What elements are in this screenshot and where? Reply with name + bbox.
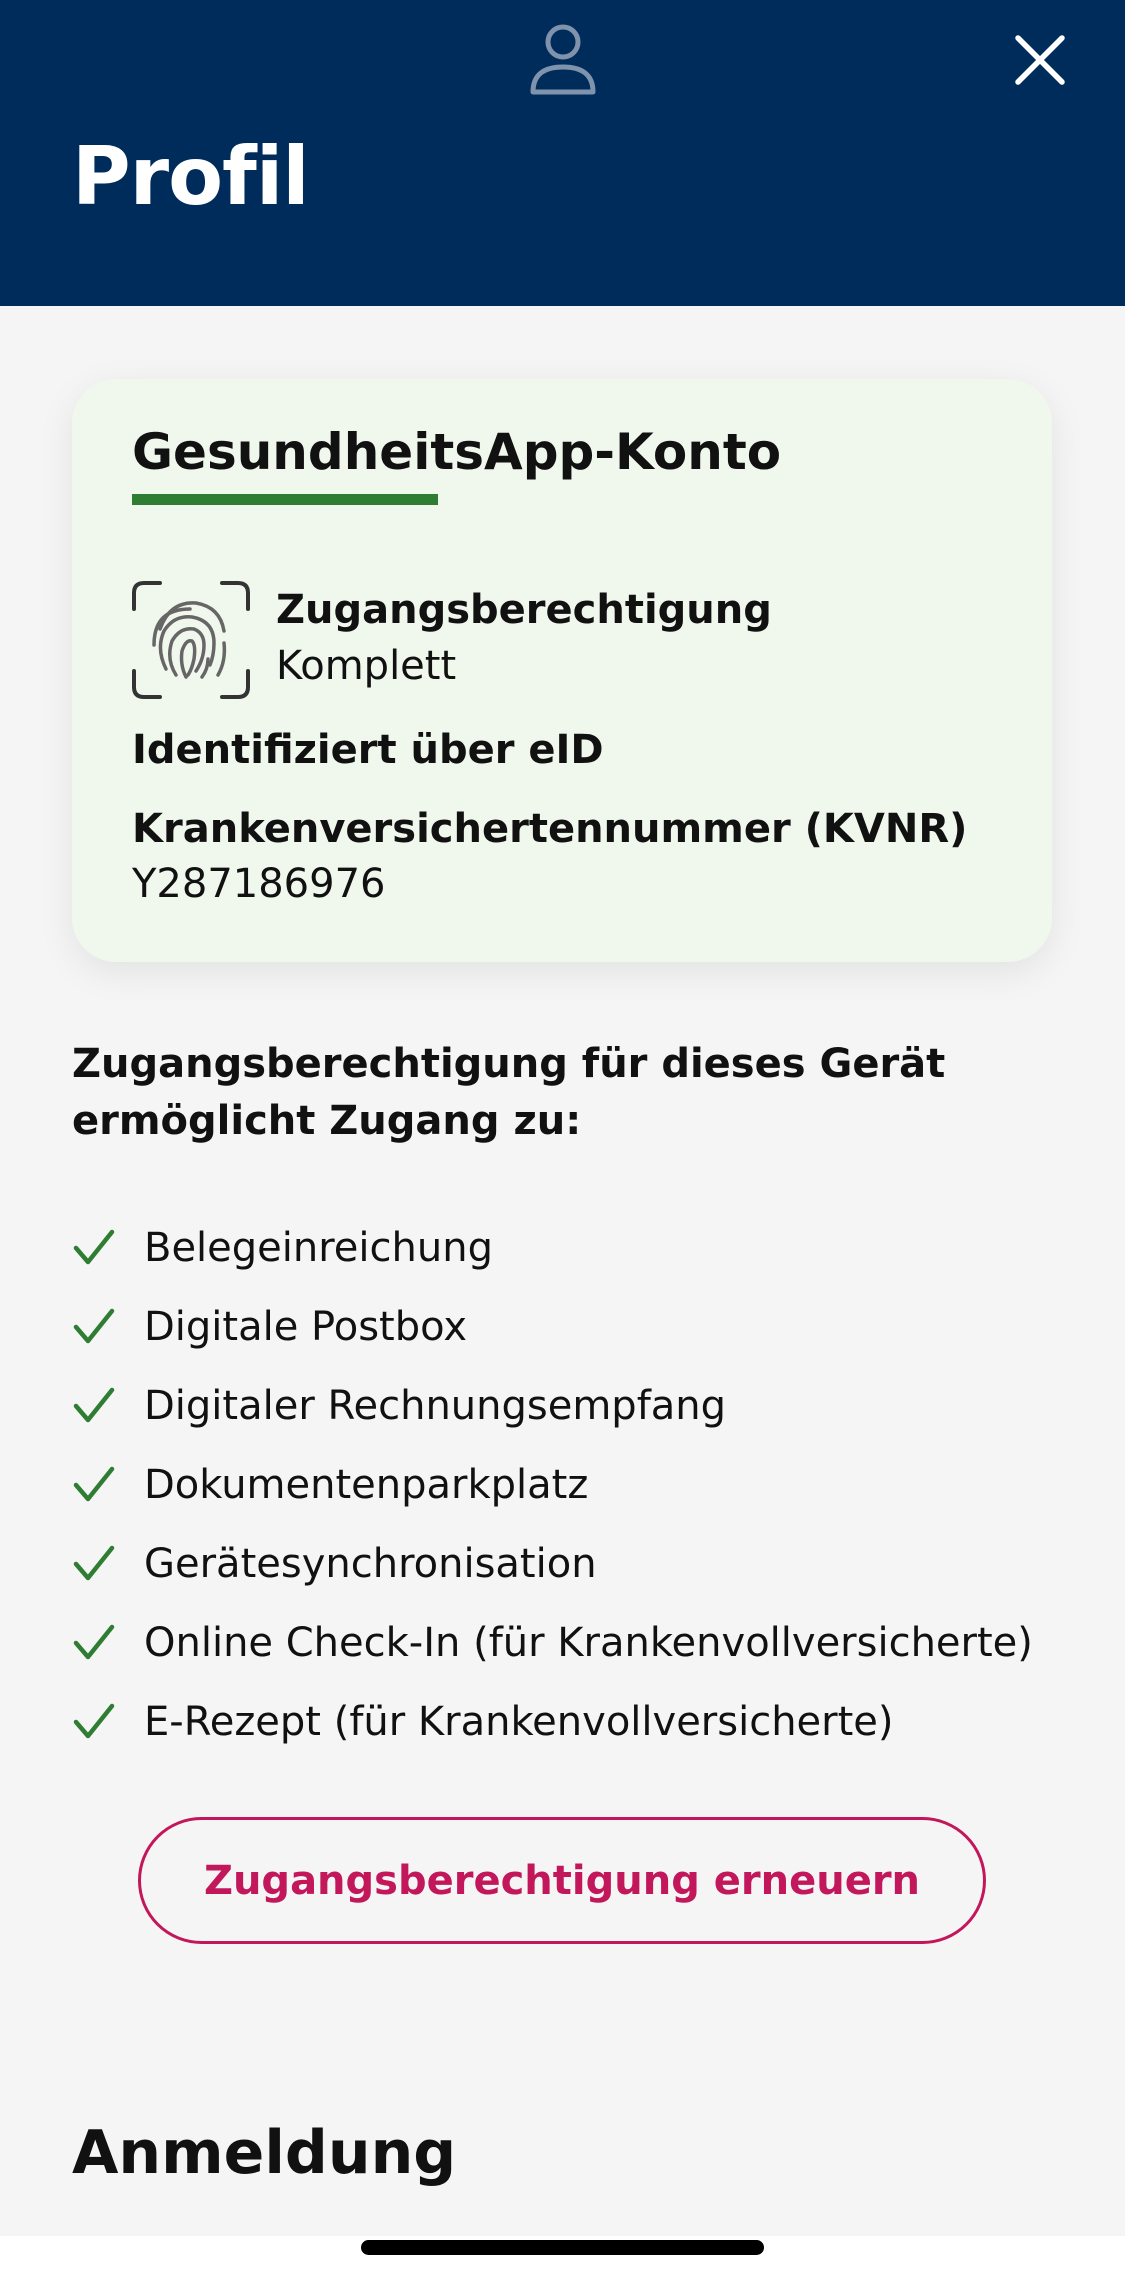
check-icon [73,1308,115,1343]
page-title: Profil [72,130,310,223]
identified-text: Identifiziert über eID [132,727,604,773]
access-value: Komplett [276,643,457,689]
profile-header: Profil [0,0,1125,306]
check-icon [73,1387,115,1422]
access-section-heading: Zugangsberechtigung für dieses Gerät erm… [72,1041,946,1144]
account-card-title: GesundheitsApp-Konto [132,423,782,481]
fingerprint-icon [132,581,250,699]
check-icon [73,1545,115,1580]
renew-access-button[interactable]: Zugangsberechtigung erneuern [138,1817,986,1944]
person-icon [530,24,596,95]
feature-label: Gerätesynchronisation [144,1540,597,1587]
feature-label: Digitale Postbox [144,1303,468,1350]
feature-label: Belegeinreichung [144,1224,493,1271]
kvnr-label: Krankenversichertennummer (KVNR) [132,806,968,852]
list-item: Digitale Postbox [72,1287,1072,1366]
feature-list: Belegeinreichung Digitale Postbox Digita… [72,1208,1072,1761]
feature-label: E-Rezept (für Krankenvollversicherte) [144,1698,894,1745]
title-underline [132,494,438,505]
login-section-heading: Anmeldung [72,2118,457,2188]
close-icon[interactable] [1010,30,1070,90]
home-indicator[interactable] [361,2240,764,2255]
feature-label: Online Check-In (für Krankenvollversiche… [144,1619,1033,1666]
list-item: Gerätesynchronisation [72,1524,1072,1603]
feature-label: Dokumentenparkplatz [144,1461,589,1508]
list-item: Online Check-In (für Krankenvollversiche… [72,1603,1072,1682]
list-item: Dokumentenparkplatz [72,1445,1072,1524]
list-item: E-Rezept (für Krankenvollversicherte) [72,1682,1072,1761]
list-item: Belegeinreichung [72,1208,1072,1287]
account-card: GesundheitsApp-Konto Zugangsberechtigung… [72,379,1052,962]
check-icon [73,1703,115,1738]
kvnr-value: Y287186976 [132,861,386,907]
list-item: Digitaler Rechnungsempfang [72,1366,1072,1445]
check-icon [73,1466,115,1501]
check-icon [73,1624,115,1659]
feature-label: Digitaler Rechnungsempfang [144,1382,727,1429]
check-icon [73,1229,115,1264]
access-label: Zugangsberechtigung [276,587,772,633]
